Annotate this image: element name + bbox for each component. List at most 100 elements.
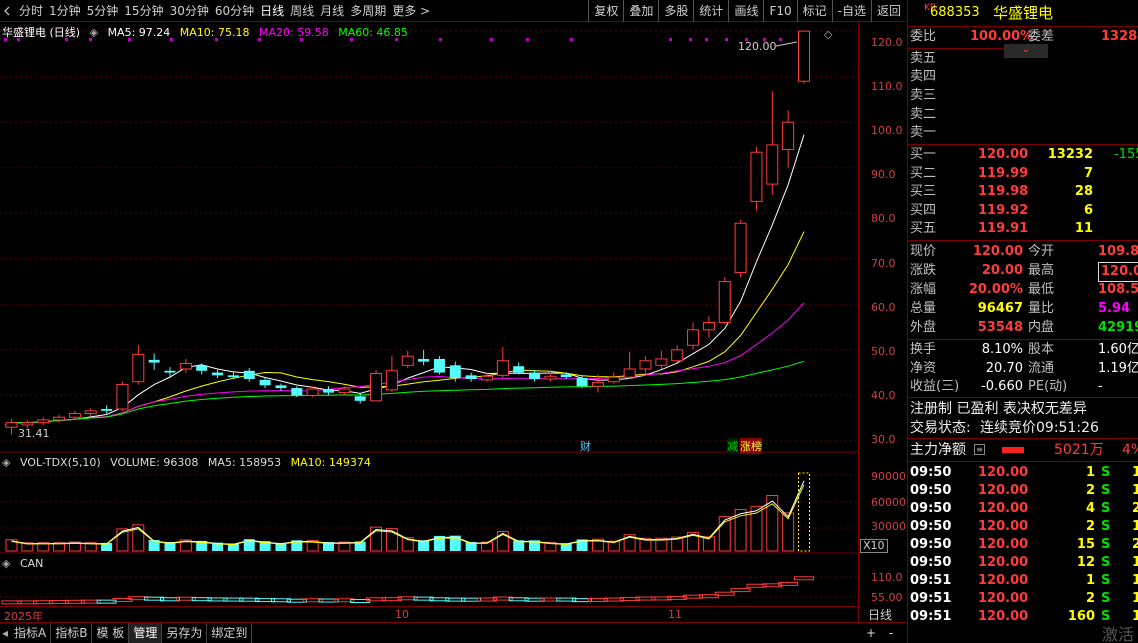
- axis-tick: 40.0: [871, 389, 896, 402]
- diamond-icon[interactable]: ◇: [824, 28, 832, 41]
- tab-save-as[interactable]: 另存为: [162, 623, 208, 643]
- menu-icon[interactable]: ≡: [974, 444, 985, 455]
- tick-direction: S: [1101, 591, 1111, 606]
- stat-label: 股本: [1028, 342, 1055, 357]
- candle-body: [53, 416, 66, 421]
- stat-value: 108.50: [1098, 282, 1138, 297]
- event-dot: [439, 38, 442, 41]
- event-dot: [779, 38, 782, 41]
- tick-direction: S: [1101, 501, 1111, 516]
- can-bar: [730, 588, 751, 593]
- axis-tick: 90.0: [871, 168, 896, 181]
- zoom-out-button[interactable]: -: [889, 626, 893, 640]
- candle-body: [750, 151, 763, 202]
- tick-count: 1: [1132, 483, 1138, 498]
- volume-value: VOLUME: 96308: [110, 456, 199, 469]
- sell-row-2: 卖二: [908, 106, 1138, 124]
- sell-label: 卖一: [910, 125, 937, 140]
- tick-volume: 2: [1085, 483, 1095, 498]
- stock-tags: 注册制 已盈利 表决权无差异: [910, 401, 1087, 417]
- stock-app: 分时 1分钟 5分钟 15分钟 30分钟 60分钟 日线 周线 月线 多周期 更…: [0, 0, 1138, 643]
- main-flow-bar: [1002, 447, 1024, 453]
- tab-bind-to[interactable]: 绑定到: [207, 623, 253, 643]
- stat2-row: 净资 20.70 流通 1.19亿: [908, 360, 1138, 378]
- stat-label: 涨跌: [910, 263, 937, 278]
- event-dot: [705, 38, 708, 41]
- financial-event-marker[interactable]: 财: [580, 438, 591, 454]
- candle-body: [101, 409, 113, 411]
- event-dot: [725, 38, 728, 41]
- sell-label: 卖三: [910, 88, 937, 103]
- can-bar: [794, 576, 814, 581]
- candle-body: [481, 375, 493, 381]
- tick-count: 1: [1132, 573, 1138, 588]
- tick-row: 09:50 120.00 15 S 2: [908, 536, 1138, 554]
- tab-indicator-b[interactable]: 指标B: [51, 623, 93, 643]
- stat-label: 流通: [1028, 360, 1055, 376]
- candle-body: [401, 355, 414, 366]
- kline-chart[interactable]: [0, 0, 906, 622]
- stat-label: 总量: [910, 301, 937, 316]
- stat-row: 外盘 53548 内盘 42919: [908, 319, 1138, 337]
- stat-row: 总量 96467 量比 5.94: [908, 300, 1138, 318]
- stat-value: 42919: [1098, 320, 1138, 335]
- candle-body: [385, 370, 398, 391]
- buy-label: 买二: [910, 165, 937, 181]
- low-price-marker: 31.41: [18, 427, 50, 440]
- reduce-event-marker[interactable]: 减: [727, 438, 738, 454]
- can-axis-tick: 110.0: [871, 571, 903, 584]
- stat-label: 内盘: [1028, 320, 1055, 335]
- ma-settings-icon[interactable]: ◈: [90, 26, 98, 39]
- volume-ma5-line: [11, 480, 805, 545]
- tab-template[interactable]: 模 板: [92, 623, 130, 643]
- stat-label: 现价: [910, 244, 937, 259]
- tick-time: 09:51: [910, 591, 952, 606]
- buy-volume: 6: [1083, 202, 1093, 218]
- tick-count: 1: [1132, 465, 1138, 480]
- candle-body: [132, 353, 145, 383]
- tick-direction: S: [1101, 537, 1111, 552]
- tick-volume: 4: [1085, 501, 1095, 516]
- buy-row-1: 买一 120.00 13232 -155: [908, 146, 1138, 164]
- candle-body: [370, 373, 383, 402]
- event-dot: [669, 38, 672, 41]
- volume-title: VOL-TDX(5,10): [19, 456, 101, 469]
- tabs-left-icon[interactable]: ◂: [0, 626, 10, 640]
- tick-price: 120.00: [978, 609, 1029, 624]
- time-label-10: 10: [395, 608, 409, 621]
- trade-status-row: 交易状态: 连续竞价 09:51:26: [908, 419, 1138, 437]
- candle-body: [21, 422, 34, 426]
- tick-volume: 12: [1076, 555, 1095, 570]
- buy-price: 119.99: [978, 165, 1029, 181]
- candle-body: [465, 375, 477, 379]
- volume-ma10: MA10: 149374: [290, 456, 371, 469]
- volume-ma10-line: [11, 484, 805, 546]
- tick-count: 2: [1132, 501, 1138, 516]
- tick-time: 09:50: [910, 501, 952, 516]
- stat-label: 外盘: [910, 320, 937, 335]
- stat-row: 现价 120.00 今开 109.89: [908, 243, 1138, 261]
- stat-value: 8.10%: [981, 342, 1023, 357]
- buy-label: 买三: [910, 184, 937, 200]
- stat-value: 20.00: [981, 263, 1023, 278]
- tab-indicator-a[interactable]: 指标A: [10, 623, 52, 643]
- limit-list-marker[interactable]: 涨榜: [740, 438, 762, 454]
- volume-ma5: MA5: 158953: [207, 456, 282, 469]
- ma5-label: MA5: 97.24: [107, 26, 171, 39]
- ma60-label: MA60: 46.85: [338, 26, 408, 39]
- zoom-in-button[interactable]: +: [866, 626, 876, 640]
- can-settings-icon[interactable]: ◈: [2, 557, 10, 570]
- volume-settings-icon[interactable]: ◈: [2, 456, 10, 469]
- candle-body: [687, 329, 700, 346]
- tick-time: 09:50: [910, 519, 952, 534]
- tick-time: 09:50: [910, 555, 952, 570]
- stat2-row: 收益(三) -0.660 PE(动) -: [908, 378, 1138, 396]
- tick-row: 09:50 120.00 2 S 1: [908, 482, 1138, 500]
- tick-volume: 2: [1085, 591, 1095, 606]
- high-marker-arrow: [775, 41, 798, 47]
- tab-manage[interactable]: 管理: [129, 623, 163, 643]
- ma20-label: MA20: 59.58: [259, 26, 329, 39]
- stat-label: 今开: [1028, 244, 1055, 259]
- axis-tick: 80.0: [871, 212, 896, 225]
- candle-body: [196, 365, 208, 371]
